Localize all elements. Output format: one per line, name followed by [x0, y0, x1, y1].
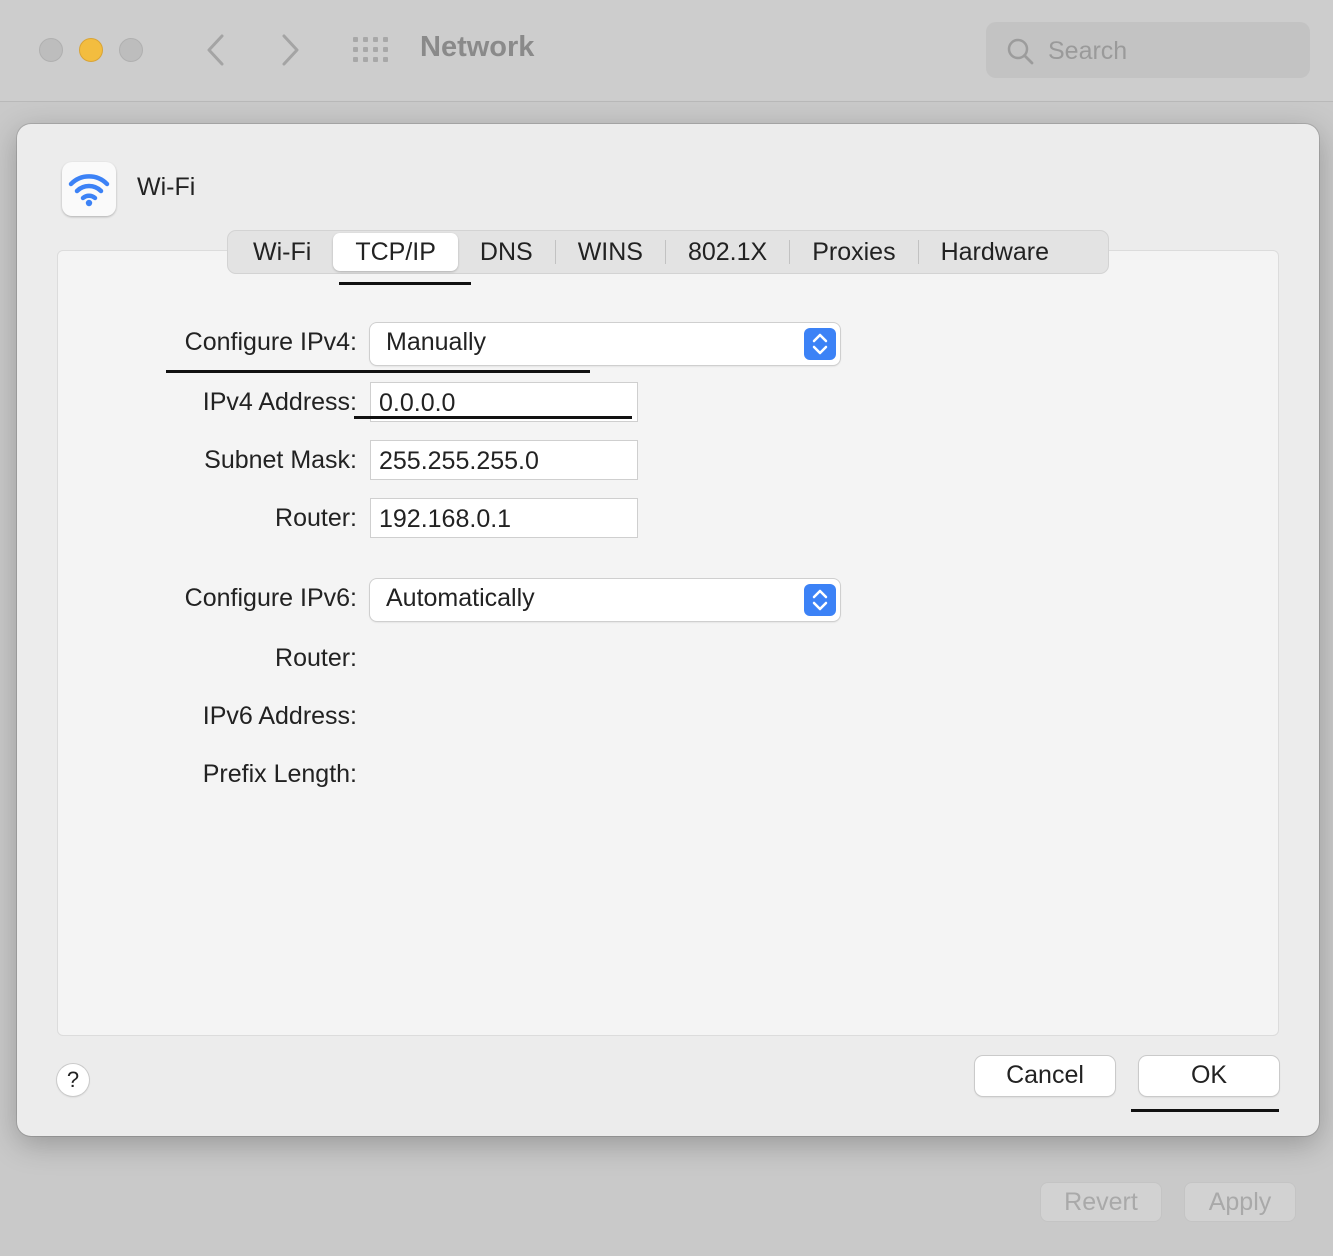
apply-button[interactable]: Apply	[1184, 1182, 1296, 1222]
configure-ipv4-popup[interactable]: Manually	[370, 323, 840, 365]
tcpip-tab-underline	[339, 282, 471, 285]
help-button[interactable]: ?	[57, 1064, 89, 1096]
subnet-mask-field[interactable]: 255.255.255.0	[370, 440, 638, 480]
show-all-grid-icon[interactable]	[352, 36, 390, 64]
subnet-mask-label: Subnet Mask:	[204, 446, 357, 474]
subnet-mask-value: 255.255.255.0	[379, 447, 539, 475]
wifi-icon	[62, 162, 116, 216]
configure-ipv6-popup[interactable]: Automatically	[370, 579, 840, 621]
tab-wifi[interactable]: Wi-Fi	[231, 233, 333, 271]
tab-dns[interactable]: DNS	[458, 233, 555, 271]
ipv6-router-label: Router:	[275, 644, 357, 672]
minimize-window-button[interactable]	[79, 38, 103, 62]
zoom-window-button[interactable]	[119, 38, 143, 62]
tab-8021x[interactable]: 802.1X	[666, 233, 789, 271]
ok-button-underline	[1131, 1109, 1279, 1112]
ipv4-address-underline	[354, 416, 632, 419]
chevron-left-icon	[207, 34, 224, 66]
ipv4-router-field[interactable]: 192.168.0.1	[370, 498, 638, 538]
tab-tcpip[interactable]: TCP/IP	[333, 233, 458, 271]
tab-wins[interactable]: WINS	[556, 233, 665, 271]
ipv6-address-label: IPv6 Address:	[202, 702, 357, 730]
tab-hardware[interactable]: Hardware	[919, 233, 1071, 271]
service-name: Wi-Fi	[137, 173, 196, 201]
search-input[interactable]: Search	[986, 22, 1310, 78]
ipv4-address-value: 0.0.0.0	[379, 389, 456, 417]
configure-ipv4-underline	[166, 370, 590, 373]
back-button[interactable]	[196, 30, 236, 70]
configure-ipv4-value: Manually	[386, 328, 487, 356]
prefix-length-label: Prefix Length:	[202, 760, 357, 788]
configure-ipv6-label: Configure IPv6:	[184, 584, 357, 612]
ipv4-router-value: 192.168.0.1	[379, 505, 512, 533]
ok-button[interactable]: OK	[1139, 1056, 1279, 1096]
window-titlebar: Network Search	[0, 0, 1333, 102]
forward-button[interactable]	[270, 30, 310, 70]
window-title: Network	[420, 31, 535, 63]
search-placeholder: Search	[1048, 37, 1128, 65]
popup-stepper-icon	[804, 584, 836, 616]
popup-stepper-icon	[804, 328, 836, 360]
configure-ipv6-value: Automatically	[386, 584, 535, 612]
advanced-settings-sheet: Wi-Fi Wi-Fi TCP/IP DNS WINS 802.1X Proxi…	[17, 124, 1319, 1136]
settings-panel	[57, 250, 1279, 1036]
ipv4-router-label: Router:	[275, 504, 357, 532]
ipv4-address-label: IPv4 Address:	[202, 388, 357, 416]
chevron-right-icon	[282, 34, 299, 66]
close-window-button[interactable]	[39, 38, 63, 62]
cancel-button[interactable]: Cancel	[975, 1056, 1115, 1096]
tab-bar: Wi-Fi TCP/IP DNS WINS 802.1X Proxies Har…	[227, 230, 1109, 274]
revert-button[interactable]: Revert	[1040, 1182, 1162, 1222]
search-icon	[1007, 38, 1034, 65]
configure-ipv4-label: Configure IPv4:	[184, 328, 357, 356]
tab-proxies[interactable]: Proxies	[790, 233, 917, 271]
